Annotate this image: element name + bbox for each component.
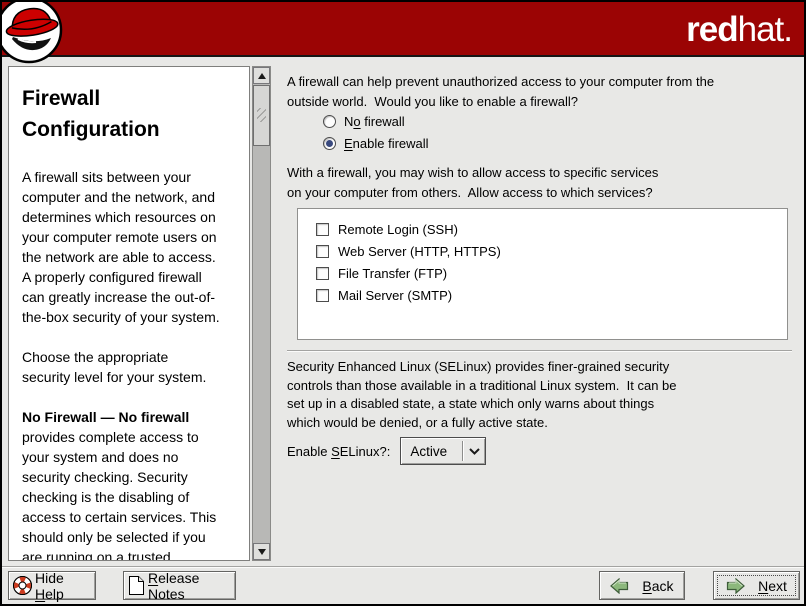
hide-help-label: Hide Help xyxy=(35,570,95,602)
radio-enable-firewall[interactable]: Enable firewall xyxy=(323,136,429,151)
back-button[interactable]: Back xyxy=(599,571,685,600)
services-list: Remote Login (SSH) Web Server (HTTP, HTT… xyxy=(297,208,788,340)
selinux-dropdown[interactable]: Active xyxy=(400,437,486,465)
service-label: Web Server (HTTP, HTTPS) xyxy=(338,244,501,259)
hide-help-button[interactable]: Hide Help xyxy=(8,571,96,600)
radio-no-firewall-label: No firewall xyxy=(344,114,405,129)
chevron-down-icon xyxy=(463,448,485,455)
service-web-server[interactable]: Web Server (HTTP, HTTPS) xyxy=(316,240,787,262)
radio-button-selected-icon xyxy=(323,137,336,150)
help-scrollbar[interactable] xyxy=(252,66,271,561)
radio-enable-firewall-label: Enable firewall xyxy=(344,136,429,151)
header-banner: redhat. xyxy=(2,2,804,57)
life-preserver-icon xyxy=(12,575,33,596)
service-label: Remote Login (SSH) xyxy=(338,222,458,237)
scroll-up-button[interactable] xyxy=(253,67,270,84)
arrow-right-icon xyxy=(726,578,745,594)
release-notes-button[interactable]: Release Notes xyxy=(123,571,236,600)
next-button[interactable]: Next xyxy=(713,571,800,600)
brand-dot: . xyxy=(783,10,792,49)
help-panel: Firewall Configuration A firewall sits b… xyxy=(8,66,250,561)
release-notes-label: Release Notes xyxy=(148,570,235,602)
next-label: Next xyxy=(758,578,787,594)
checkbox-icon[interactable] xyxy=(316,267,329,280)
brand-red: red xyxy=(686,10,737,49)
help-paragraph-1: A firewall sits between your computer an… xyxy=(22,167,241,327)
installer-window: redhat. Firewall Configuration A firewal… xyxy=(0,0,806,606)
arrow-up-icon xyxy=(258,73,266,79)
redhat-wordmark: redhat. xyxy=(686,8,792,52)
selinux-dropdown-value: Active xyxy=(401,444,462,459)
selinux-setting-row: Enable SELinux?: Active xyxy=(287,437,486,465)
service-file-transfer-ftp[interactable]: File Transfer (FTP) xyxy=(316,262,787,284)
checkbox-icon[interactable] xyxy=(316,289,329,302)
radio-no-firewall[interactable]: No firewall xyxy=(323,114,405,129)
service-mail-server-smtp[interactable]: Mail Server (SMTP) xyxy=(316,284,787,306)
services-intro-text: With a firewall, you may wish to allow a… xyxy=(287,163,658,203)
enable-selinux-label: Enable SELinux?: xyxy=(287,444,390,459)
arrow-left-icon xyxy=(610,578,629,594)
service-label: File Transfer (FTP) xyxy=(338,266,447,281)
service-label: Mail Server (SMTP) xyxy=(338,288,452,303)
help-paragraph-3: No Firewall — No firewall provides compl… xyxy=(22,407,241,561)
service-remote-login-ssh[interactable]: Remote Login (SSH) xyxy=(316,218,787,240)
document-icon xyxy=(128,575,145,596)
checkbox-icon[interactable] xyxy=(316,223,329,236)
help-paragraph-3-rest: provides complete access to your system … xyxy=(22,429,216,561)
footer-separator xyxy=(2,566,804,568)
checkbox-icon[interactable] xyxy=(316,245,329,258)
arrow-down-icon xyxy=(258,549,266,555)
brand-hat: hat xyxy=(738,10,784,49)
radio-button-icon xyxy=(323,115,336,128)
help-title: Firewall Configuration xyxy=(22,83,241,145)
scroll-down-button[interactable] xyxy=(253,543,270,560)
redhat-shadowman-logo-icon xyxy=(0,0,68,74)
help-paragraph-3-bold: No Firewall — No firewall xyxy=(22,409,189,425)
help-paragraph-2: Choose the appropriate security level fo… xyxy=(22,347,241,387)
firewall-intro-text: A firewall can help prevent unauthorized… xyxy=(287,72,714,112)
scrollbar-thumb[interactable] xyxy=(253,85,270,146)
back-label: Back xyxy=(642,578,673,594)
selinux-separator xyxy=(287,350,792,352)
selinux-description-text: Security Enhanced Linux (SELinux) provid… xyxy=(287,358,677,432)
